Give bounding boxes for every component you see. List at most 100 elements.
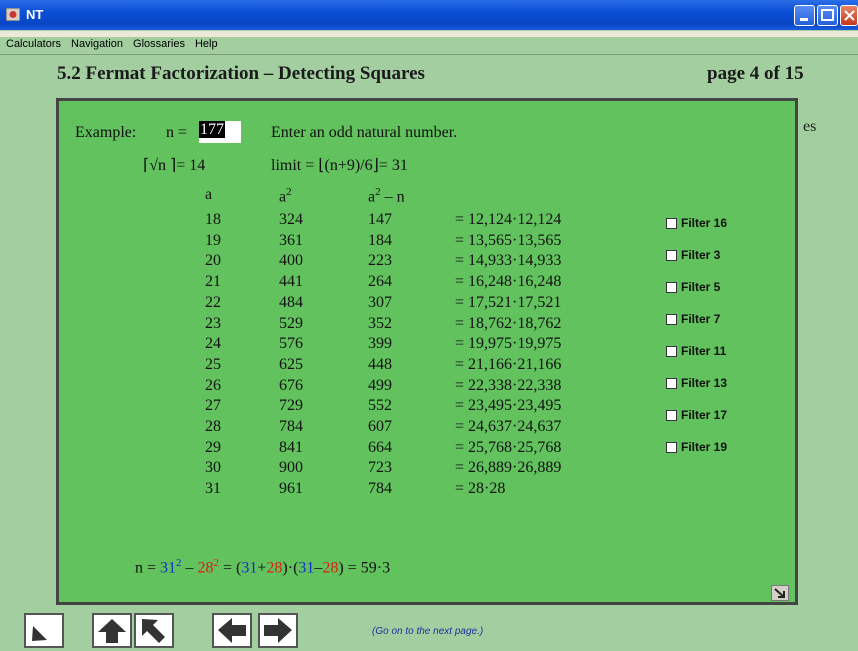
filter-checkbox[interactable]: Filter 3: [666, 248, 720, 262]
table-cell-a2: 529: [279, 314, 303, 332]
table-cell-a2n: 784: [368, 480, 392, 498]
table-cell-a2: 625: [279, 355, 303, 373]
n-input[interactable]: 177: [199, 121, 241, 143]
table-cell-a: 26: [205, 376, 221, 394]
table-cell-a2n: 352: [368, 314, 392, 332]
checkbox-icon[interactable]: [666, 313, 677, 325]
minimize-icon: [800, 18, 808, 21]
ceil-sqrt-expression: ⌈√n ⌉= 14: [143, 157, 206, 174]
divider: [0, 54, 858, 55]
maximize-icon: [821, 9, 834, 21]
checkbox-icon[interactable]: [666, 345, 677, 357]
table-cell-a2: 729: [279, 397, 303, 415]
table-cell-a: 29: [205, 438, 221, 456]
table-cell-a2: 576: [279, 335, 303, 353]
checkbox-icon[interactable]: [666, 409, 677, 421]
table-cell-a2: 361: [279, 231, 303, 249]
checkbox-icon[interactable]: [666, 377, 677, 389]
minimize-button[interactable]: [794, 5, 815, 26]
nav-previous-button[interactable]: [212, 613, 252, 648]
filter-checkbox[interactable]: Filter 11: [666, 344, 726, 358]
window-title: NT: [26, 7, 44, 22]
nav-back-diagonal-button[interactable]: [134, 613, 174, 648]
table-cell-eq: = 13,565·13,565: [455, 231, 562, 249]
filter-label: Filter 19: [681, 440, 728, 454]
input-hint: Enter an odd natural number.: [271, 124, 458, 141]
table-cell-a2: 400: [279, 252, 303, 270]
menu-glossaries[interactable]: Glossaries: [133, 38, 185, 50]
table-cell-a2: 676: [279, 376, 303, 394]
arrow-right-icon: [264, 618, 292, 643]
table-cell-eq: = 25,768·25,768: [455, 438, 562, 456]
filter-label: Filter 7: [681, 312, 721, 326]
table-cell-eq: = 19,975·19,975: [455, 335, 562, 353]
table-cell-a2n: 399: [368, 335, 392, 353]
table-cell-eq: = 28·28: [455, 480, 506, 498]
table-cell-a: 18: [205, 211, 221, 228]
filter-checkbox[interactable]: Filter 16: [666, 216, 727, 230]
table-cell-eq: = 26,889·26,889: [455, 459, 562, 477]
table-cell-a: 28: [205, 418, 221, 435]
table-cell-eq: = 21,166·21,166: [455, 355, 562, 373]
table-cell-eq: = 16,248·16,248: [455, 273, 562, 291]
table-cell-a2n: 147: [368, 211, 392, 228]
table-cell-a2: 900: [279, 459, 303, 477]
filter-checkbox[interactable]: Filter 5: [666, 280, 720, 294]
example-panel: Example: n = 177 Enter an odd natural nu…: [56, 98, 798, 605]
table-cell-a2n: 264: [368, 273, 392, 291]
table-cell-a2: 784: [279, 418, 303, 435]
page-number: page 4 of 15: [707, 63, 804, 84]
table-cell-a2n: 184: [368, 231, 392, 249]
menu-bar: Calculators Navigation Glossaries Help: [0, 38, 858, 54]
maximize-button[interactable]: [817, 5, 838, 26]
table-cell-eq: = 17,521·17,521: [455, 293, 562, 311]
resize-corner-button[interactable]: [771, 585, 789, 601]
table-cell-a: 19: [205, 231, 221, 249]
result-expression: n = 312 – 282 = (31+28)·(31–28) = 59·3: [135, 557, 391, 577]
nav-next-button[interactable]: [258, 613, 298, 648]
menu-help[interactable]: Help: [195, 38, 218, 50]
col-header-a: a: [205, 186, 213, 203]
table-cell-eq: = 12,124·12,124: [455, 211, 562, 228]
table-cell-eq: = 22,338·22,338: [455, 376, 562, 394]
table-cell-a2: 961: [279, 480, 303, 498]
menu-calculators[interactable]: Calculators: [6, 38, 61, 50]
table-cell-a2n: 607: [368, 418, 392, 435]
table-cell-a2n: 499: [368, 376, 392, 394]
checkbox-icon[interactable]: [666, 249, 677, 261]
nav-hint: (Go on to the next page.): [372, 626, 484, 637]
table-cell-eq: = 23,495·23,495: [455, 397, 562, 415]
filter-checkbox[interactable]: Filter 13: [666, 376, 727, 390]
limit-value: = 31: [378, 157, 408, 174]
checkbox-icon[interactable]: [666, 217, 677, 229]
n-value: 177: [199, 121, 225, 138]
filter-label: Filter 3: [681, 248, 721, 262]
arrow-left-icon: [218, 618, 246, 643]
app-icon: [6, 8, 20, 21]
arrow-up-icon: [98, 619, 126, 643]
filter-label: Filter 11: [681, 344, 727, 358]
ceil-sqrt-value: = 14: [176, 157, 206, 174]
checkbox-icon[interactable]: [666, 281, 677, 293]
table-cell-a2n: 448: [368, 355, 392, 373]
filter-checkbox[interactable]: Filter 7: [666, 312, 720, 326]
limit-formula: (n+9)/6: [324, 157, 373, 174]
table-cell-eq: = 14,933·14,933: [455, 252, 562, 270]
table-cell-a: 24: [205, 335, 221, 353]
col-header-a-squared: a2: [279, 186, 292, 206]
title-bar: NT: [0, 0, 858, 30]
table-cell-eq: = 24,637·24,637: [455, 418, 562, 435]
filter-label: Filter 17: [681, 408, 728, 422]
filter-checkbox[interactable]: Filter 17: [666, 408, 727, 422]
checkbox-icon[interactable]: [666, 441, 677, 453]
limit-label: limit =: [271, 157, 315, 174]
nav-up-button[interactable]: [92, 613, 132, 648]
page-title: 5.2 Fermat Factorization – Detecting Squ…: [57, 63, 425, 84]
menu-navigation[interactable]: Navigation: [71, 38, 123, 50]
table-cell-a: 30: [205, 459, 221, 477]
table-cell-a: 31: [205, 480, 221, 498]
close-button[interactable]: [840, 5, 858, 26]
nav-home-button[interactable]: [24, 613, 64, 648]
table-cell-a: 27: [205, 397, 221, 415]
filter-checkbox[interactable]: Filter 19: [666, 440, 727, 454]
